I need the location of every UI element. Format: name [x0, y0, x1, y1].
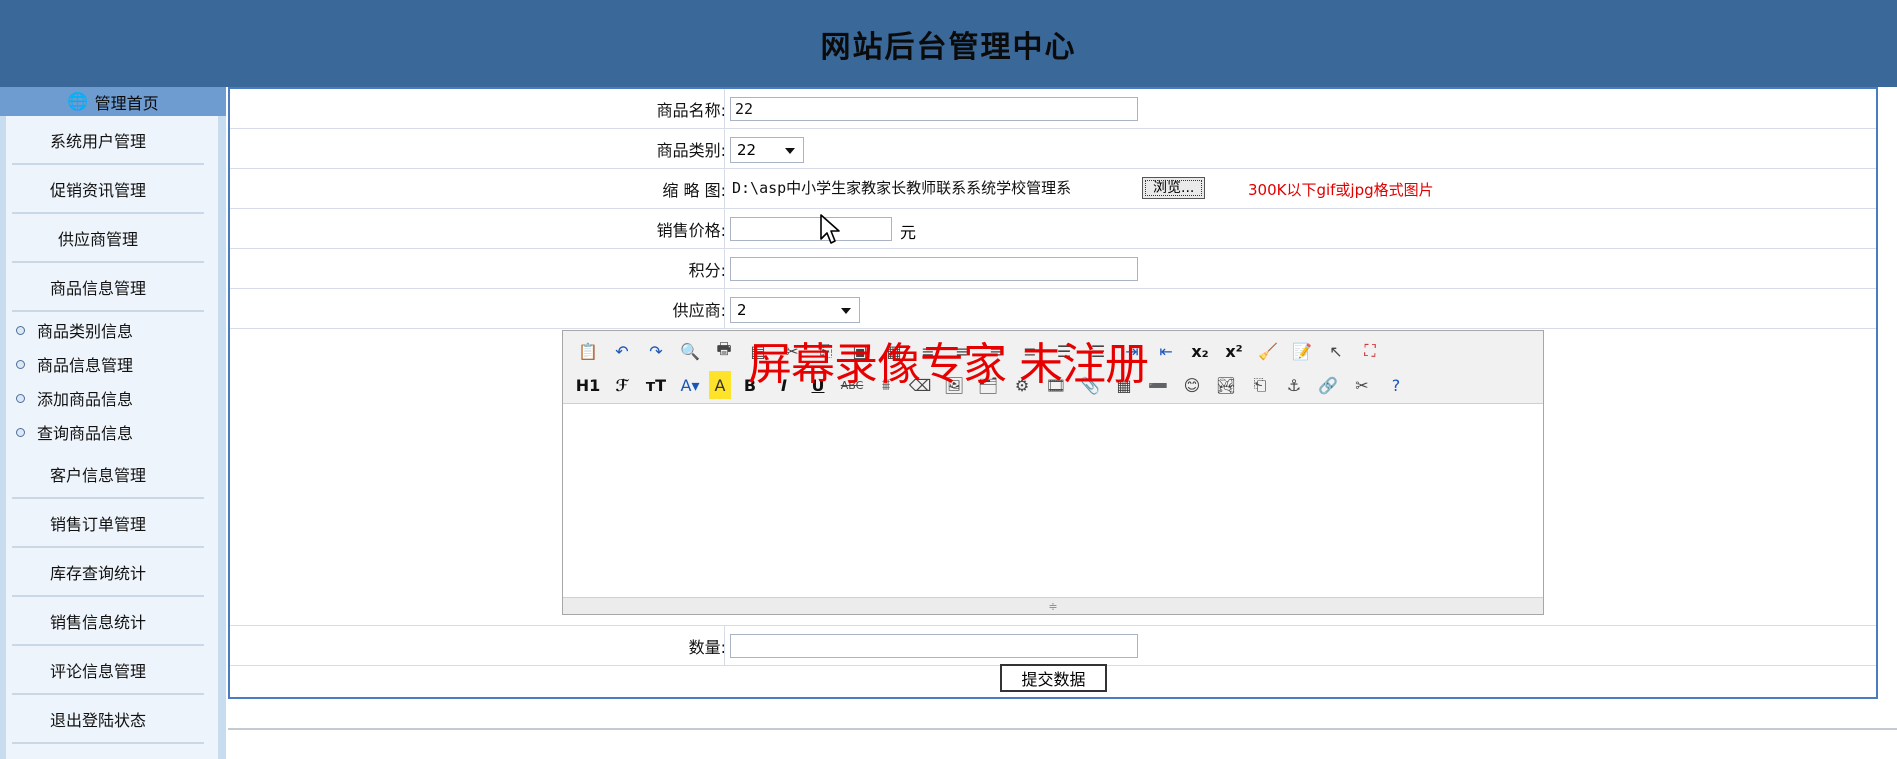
- editor-content-area[interactable]: [563, 404, 1543, 599]
- thumbnail-path-input[interactable]: D:\asp中小学生家教家长教师联系系统学校管理系: [730, 177, 1138, 201]
- sidebar-home-label: 管理首页: [94, 93, 159, 113]
- bullet-icon: [16, 359, 25, 369]
- sidebar-item-system-users[interactable]: 系统用户管理: [12, 116, 204, 165]
- bullet-icon: [16, 393, 25, 403]
- chevron-down-icon: [841, 308, 851, 314]
- sidebar-item-customers[interactable]: 客户信息管理: [12, 450, 204, 499]
- chevron-down-icon: [785, 148, 795, 154]
- divider: [228, 728, 1897, 730]
- name-input[interactable]: 22: [730, 97, 1138, 121]
- supplier-select[interactable]: 2: [730, 297, 860, 323]
- undo-icon[interactable]: ↶: [607, 337, 637, 365]
- image-icon[interactable]: 🏞: [1211, 371, 1241, 399]
- form-row-points: 积分:: [230, 249, 1876, 289]
- link-icon[interactable]: 🔗: [1313, 371, 1343, 399]
- preview-icon[interactable]: 🔍: [675, 337, 705, 365]
- subscript-icon[interactable]: x₂: [1185, 337, 1215, 365]
- form-row-name: 商品名称: 22: [230, 89, 1876, 129]
- form-row-quantity: 数量:: [230, 626, 1876, 666]
- price-label: 销售价格:: [656, 221, 726, 240]
- heading-icon[interactable]: H1: [573, 371, 603, 399]
- form-row-thumbnail: 缩 略 图: D:\asp中小学生家教家长教师联系系统学校管理系 浏览... 3…: [230, 169, 1876, 209]
- sidebar-subitem-categories[interactable]: 商品类别信息: [16, 313, 133, 347]
- mouse-cursor-icon: [820, 214, 840, 244]
- paste-icon[interactable]: 📋: [573, 337, 603, 365]
- sidebar-item-sales-stats[interactable]: 销售信息统计: [12, 597, 204, 646]
- site-title: 网站后台管理中心: [820, 29, 1077, 65]
- price-input[interactable]: [730, 217, 892, 241]
- bullet-icon: [16, 427, 25, 437]
- thumbnail-label: 缩 略 图:: [662, 181, 726, 200]
- sidebar-item-promotions[interactable]: 促销资讯管理: [12, 165, 204, 214]
- submit-button[interactable]: 提交数据: [1000, 664, 1107, 692]
- text-color-icon[interactable]: A▾: [675, 371, 705, 399]
- category-select[interactable]: 22: [730, 137, 804, 163]
- emoticon-icon[interactable]: 😊: [1177, 371, 1207, 399]
- header-bar: 网站后台管理中心: [0, 0, 1897, 87]
- points-input[interactable]: [730, 257, 1138, 281]
- quantity-label: 数量:: [688, 638, 726, 657]
- quantity-input[interactable]: [730, 634, 1138, 658]
- outdent-icon[interactable]: ⇤: [1151, 337, 1181, 365]
- browse-button[interactable]: 浏览...: [1142, 177, 1206, 199]
- help-icon[interactable]: ?: [1381, 371, 1411, 399]
- clear-format-icon[interactable]: 🧹: [1253, 337, 1283, 365]
- editor-resize-handle[interactable]: ≑: [563, 597, 1543, 614]
- points-label: 积分:: [688, 261, 726, 280]
- sidebar-item-products[interactable]: 商品信息管理: [12, 263, 204, 312]
- redo-icon[interactable]: ↷: [641, 337, 671, 365]
- highlight-icon[interactable]: A: [709, 371, 731, 399]
- font-size-icon[interactable]: тT: [641, 371, 671, 399]
- globe-icon: 🌐: [67, 91, 89, 112]
- sidebar-subitem-product-manage[interactable]: 商品信息管理: [16, 347, 133, 381]
- price-unit: 元: [900, 223, 917, 242]
- name-label: 商品名称:: [656, 101, 726, 120]
- sidebar-item-sales-orders[interactable]: 销售订单管理: [12, 499, 204, 548]
- sidebar: 🌐 管理首页 系统用户管理 促销资讯管理 供应商管理 商品信息管理 商品类别信息…: [0, 87, 226, 759]
- anchor-icon[interactable]: ⚓: [1279, 371, 1309, 399]
- supplier-label: 供应商:: [672, 301, 726, 320]
- form-row-supplier: 供应商: 2: [230, 289, 1876, 329]
- category-label: 商品类别:: [656, 141, 726, 160]
- sidebar-item-suppliers[interactable]: 供应商管理: [12, 214, 204, 263]
- fullscreen-icon[interactable]: ⛶: [1355, 337, 1385, 365]
- form-row-price: 销售价格: 元: [230, 209, 1876, 249]
- sidebar-item-inventory[interactable]: 库存查询统计: [12, 548, 204, 597]
- page-break-icon[interactable]: ⎗: [1245, 371, 1275, 399]
- print-icon[interactable]: 🖶: [709, 337, 739, 365]
- select-all-icon[interactable]: 📝: [1287, 337, 1317, 365]
- sidebar-home[interactable]: 🌐 管理首页: [0, 87, 226, 116]
- thumbnail-hint: 300K以下gif或jpg格式图片: [1248, 181, 1434, 199]
- sidebar-item-logout[interactable]: 退出登陆状态: [12, 695, 204, 744]
- sidebar-subitem-query-product[interactable]: 查询商品信息: [16, 415, 133, 449]
- cursor-icon[interactable]: ↖: [1321, 337, 1351, 365]
- form-row-category: 商品类别: 22: [230, 129, 1876, 169]
- bullet-icon: [16, 325, 25, 335]
- sidebar-subitem-add-product[interactable]: 添加商品信息: [16, 381, 133, 415]
- watermark: 屏幕录像专家 未注册: [748, 339, 1149, 390]
- unlink-icon[interactable]: ✂: [1347, 371, 1377, 399]
- font-family-icon[interactable]: ℱ: [607, 371, 637, 399]
- superscript-icon[interactable]: x²: [1219, 337, 1249, 365]
- sidebar-item-comments[interactable]: 评论信息管理: [12, 646, 204, 695]
